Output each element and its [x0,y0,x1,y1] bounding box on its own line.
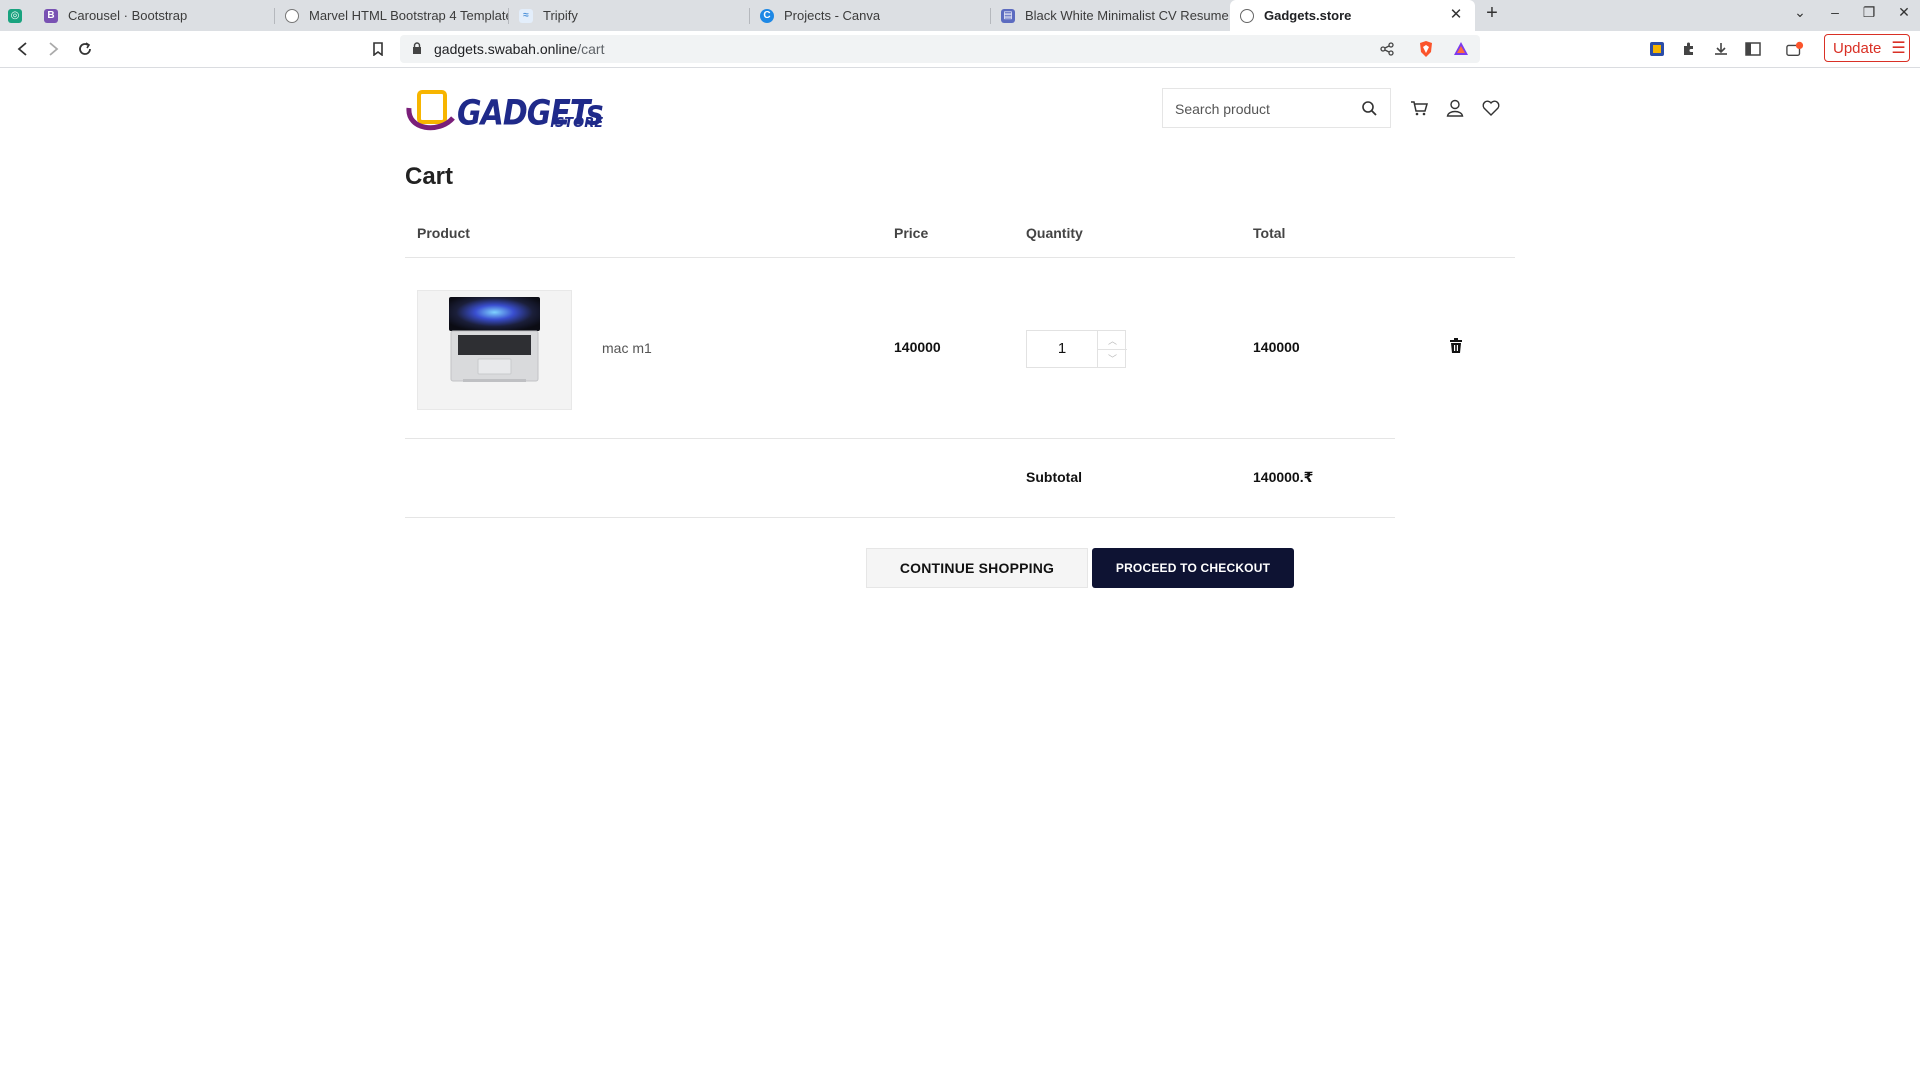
menu-icon: ☰ [1891,40,1906,57]
cart-icon[interactable] [1408,97,1430,119]
column-header-product: Product [417,225,470,241]
page-title: Cart [405,163,454,190]
minimize-icon[interactable]: – [1823,4,1847,20]
tab-cv-resume[interactable]: ▤ Black White Minimalist CV Resume [991,0,1229,31]
tripify-icon: ≈ [519,8,533,23]
logo-suffix: .STORE [550,116,604,131]
globe-icon [285,8,299,23]
tab-tripify[interactable]: ≈ Tripify [509,0,749,31]
url-path: /cart [577,41,605,57]
bookmark-icon[interactable] [369,40,387,58]
close-window-icon[interactable]: ✕ [1892,4,1916,21]
lock-icon [412,42,422,60]
row-divider [405,438,1395,439]
tab-label: Marvel HTML Bootstrap 4 Template [309,8,508,23]
forward-icon[interactable] [44,40,62,58]
subtotal-value: 140000.₹ [1253,469,1314,485]
tab-marvel-template[interactable]: Marvel HTML Bootstrap 4 Template [275,0,508,31]
brave-rewards-icon[interactable] [1453,41,1469,61]
globe-icon [1240,8,1254,23]
tab-canva-projects[interactable]: C Projects - Canva [750,0,990,31]
tab-gadgets-store[interactable]: Gadgets.store [1230,0,1475,31]
sidebar-icon[interactable] [1744,40,1762,58]
quantity-stepper[interactable]: 1 ︿ ﹀ [1026,330,1127,368]
header-divider [405,257,1515,258]
back-icon[interactable] [14,40,32,58]
restore-icon[interactable]: ❐ [1857,4,1881,21]
address-bar[interactable]: gadgets.swabah.online/cart [400,35,1480,63]
quantity-value[interactable]: 1 [1027,331,1097,367]
column-header-price: Price [894,225,929,241]
product-name[interactable]: mac m1 [602,340,652,356]
close-tab-icon[interactable]: ✕ [1447,6,1465,24]
url-text: gadgets.swabah.online/cart [434,41,604,57]
proceed-to-checkout-button[interactable]: PROCEED TO CHECKOUT [1092,548,1294,588]
column-header-total: Total [1253,225,1286,241]
update-button[interactable]: Update ☰ [1824,34,1910,62]
search-icon[interactable] [1361,100,1379,118]
wishlist-heart-icon[interactable] [1480,97,1502,119]
increment-chevron-up-icon[interactable]: ︿ [1097,331,1127,350]
new-tab-button[interactable]: + [1480,2,1504,25]
openai-icon: ◎ [8,8,22,23]
subtotal-label: Subtotal [1026,469,1082,485]
chatgpt-pinned-tab[interactable]: ◎ [0,0,28,31]
product-image[interactable] [417,290,572,410]
tab-label: Projects - Canva [784,8,881,23]
extension-tile-icon[interactable] [1648,40,1666,58]
browser-toolbar: gadgets.swabah.online/cart Update ☰ [0,31,1920,68]
reload-icon[interactable] [76,40,94,58]
tab-label: Tripify [543,8,578,23]
tab-carousel-bootstrap[interactable]: B Carousel · Bootstrap [34,0,274,31]
search-input[interactable] [1163,89,1367,129]
search-box [1162,88,1391,129]
cart-page: GADGETs .STORE Cart Product Price Quanti… [0,68,1920,1080]
canva-icon: C [760,8,774,23]
url-host: gadgets.swabah.online [434,41,578,57]
tab-search-chevron-icon[interactable]: ⌄ [1788,4,1812,21]
tab-label: Black White Minimalist CV Resume [1025,8,1229,23]
laptop-image [449,297,540,382]
brave-shield-icon[interactable] [1418,40,1434,63]
share-icon[interactable] [1380,42,1394,61]
line-total: 140000 [1253,339,1300,355]
bootstrap-icon: B [44,8,58,23]
extensions-puzzle-icon[interactable] [1680,40,1698,58]
tab-label: Carousel · Bootstrap [68,8,188,23]
download-icon[interactable] [1712,40,1730,58]
site-logo[interactable]: GADGETs .STORE [405,88,604,138]
product-price: 140000 [894,339,941,355]
update-label: Update [1833,39,1882,57]
subtotal-divider [405,517,1395,518]
logo-mark [406,90,455,131]
user-icon[interactable] [1444,97,1466,119]
tab-label: Gadgets.store [1264,8,1352,23]
trash-icon[interactable] [1449,338,1465,356]
browser-tab-bar: ◎ B Carousel · Bootstrap Marvel HTML Boo… [0,0,1920,32]
decrement-chevron-down-icon[interactable]: ﹀ [1097,349,1127,367]
wallet-icon[interactable] [1786,40,1804,58]
canva-doc-icon: ▤ [1001,8,1015,23]
column-header-quantity: Quantity [1026,225,1083,241]
continue-shopping-button[interactable]: CONTINUE SHOPPING [866,548,1088,588]
